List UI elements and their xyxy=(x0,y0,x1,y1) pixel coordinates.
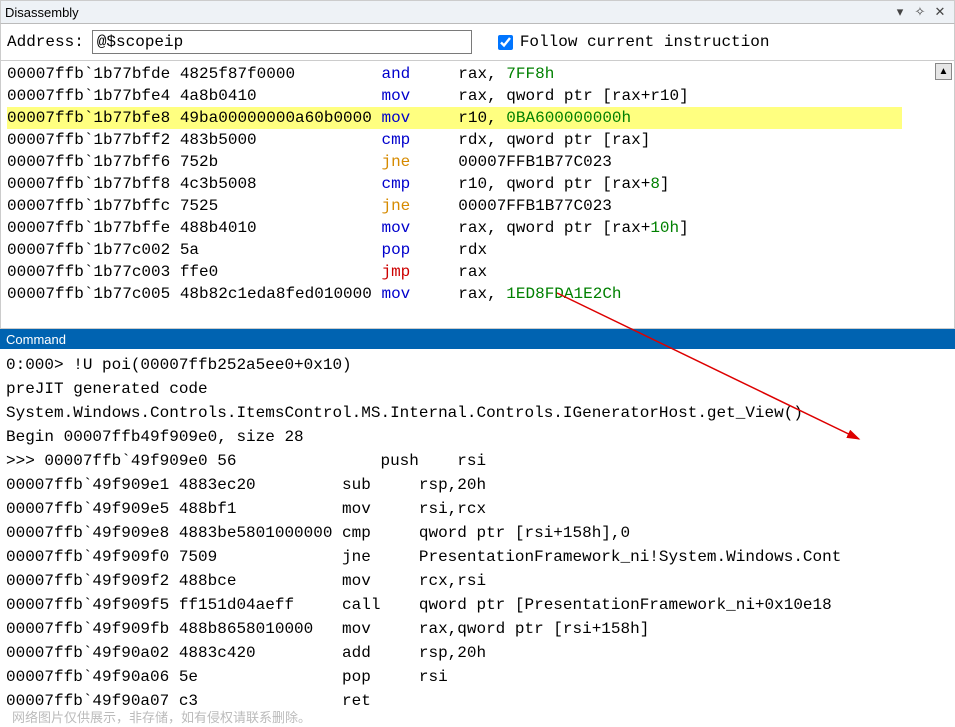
asm-bytes: 4c3b5008 xyxy=(180,175,382,193)
asm-mnemonic: jmp xyxy=(381,263,458,281)
asm-operands: 00007FFB1B77C023 xyxy=(458,153,612,171)
address-label: Address: xyxy=(7,33,84,51)
asm-address: 00007ffb`1b77bffe xyxy=(7,219,180,237)
asm-address: 00007ffb`1b77bff6 xyxy=(7,153,180,171)
asm-immediate: 7FF8h xyxy=(506,65,554,83)
asm-address: 00007ffb`1b77c003 xyxy=(7,263,180,281)
asm-bytes: 488b4010 xyxy=(180,219,382,237)
asm-mnemonic: and xyxy=(381,65,458,83)
follow-instruction-label: Follow current instruction xyxy=(520,33,770,51)
disassembly-row[interactable]: 00007ffb`1b77bff8 4c3b5008 cmp r10, qwor… xyxy=(7,173,954,195)
asm-immediate: 0BA600000000h xyxy=(506,109,631,127)
disassembly-pane-title-bar: Disassembly ▾ ✧ ✕ xyxy=(0,0,955,24)
follow-instruction-checkbox[interactable] xyxy=(498,35,513,50)
asm-address: 00007ffb`1b77bffc xyxy=(7,197,180,215)
asm-operands: r10, xyxy=(458,109,506,127)
asm-bytes: 4825f87f0000 xyxy=(180,65,382,83)
disassembly-row[interactable]: 00007ffb`1b77bff6 752b jne 00007FFB1B77C… xyxy=(7,151,954,173)
asm-mnemonic: pop xyxy=(381,241,458,259)
asm-operands: rax, qword ptr [rax+r10] xyxy=(458,87,688,105)
asm-bytes: 49ba00000000a60b0000 xyxy=(180,109,382,127)
disassembly-row[interactable]: 00007ffb`1b77c003 ffe0 jmp rax xyxy=(7,261,954,283)
asm-bytes: 7525 xyxy=(180,197,382,215)
command-title: Command xyxy=(6,332,66,347)
asm-mnemonic: mov xyxy=(381,219,458,237)
asm-mnemonic: cmp xyxy=(381,175,458,193)
close-icon[interactable]: ✕ xyxy=(930,4,950,20)
asm-bytes: 483b5000 xyxy=(180,131,382,149)
asm-mnemonic: mov xyxy=(381,87,458,105)
asm-operands-post: ] xyxy=(660,175,670,193)
disassembly-row[interactable]: 00007ffb`1b77bfe4 4a8b0410 mov rax, qwor… xyxy=(7,85,954,107)
asm-mnemonic: jne xyxy=(381,153,458,171)
asm-operands: rdx, qword ptr [rax] xyxy=(458,131,650,149)
disassembly-row[interactable]: 00007ffb`1b77bfe8 49ba00000000a60b0000 m… xyxy=(7,107,902,129)
asm-operands: rax, xyxy=(458,285,506,303)
asm-operands: rdx xyxy=(458,241,487,259)
pin-icon[interactable]: ✧ xyxy=(910,4,930,20)
dropdown-icon[interactable]: ▾ xyxy=(890,4,910,20)
disassembly-title: Disassembly xyxy=(5,5,890,20)
asm-immediate: 10h xyxy=(650,219,679,237)
scroll-up-icon[interactable]: ▲ xyxy=(935,63,952,80)
disassembly-listing[interactable]: ▲ 00007ffb`1b77bfde 4825f87f0000 and rax… xyxy=(0,61,955,329)
command-pane-title-bar: Command xyxy=(0,329,955,349)
asm-mnemonic: cmp xyxy=(381,131,458,149)
asm-address: 00007ffb`1b77bff8 xyxy=(7,175,180,193)
disassembly-row[interactable]: 00007ffb`1b77bff2 483b5000 cmp rdx, qwor… xyxy=(7,129,954,151)
asm-address: 00007ffb`1b77bff2 xyxy=(7,131,180,149)
watermark-text: 网络图片仅供展示，非存储，如有侵权请联系删除。 xyxy=(0,707,955,726)
asm-address: 00007ffb`1b77c002 xyxy=(7,241,180,259)
asm-immediate: 8 xyxy=(650,175,660,193)
follow-instruction-checkbox-area[interactable]: Follow current instruction xyxy=(494,32,770,53)
asm-operands-post: ] xyxy=(679,219,689,237)
asm-bytes: 4a8b0410 xyxy=(180,87,382,105)
asm-mnemonic: jne xyxy=(381,197,458,215)
asm-operands: rax xyxy=(458,263,487,281)
disassembly-row[interactable]: 00007ffb`1b77bffc 7525 jne 00007FFB1B77C… xyxy=(7,195,954,217)
command-output[interactable]: 0:000> !U poi(00007ffb252a5ee0+0x10) pre… xyxy=(0,349,955,717)
asm-mnemonic: mov xyxy=(381,109,458,127)
asm-bytes: 752b xyxy=(180,153,382,171)
asm-bytes: ffe0 xyxy=(180,263,382,281)
asm-operands: rax, qword ptr [rax+ xyxy=(458,219,650,237)
asm-address: 00007ffb`1b77c005 xyxy=(7,285,180,303)
disassembly-row[interactable]: 00007ffb`1b77bfde 4825f87f0000 and rax, … xyxy=(7,63,954,85)
asm-address: 00007ffb`1b77bfde xyxy=(7,65,180,83)
address-bar: Address: Follow current instruction xyxy=(0,24,955,61)
asm-immediate: 1ED8FDA1E2Ch xyxy=(506,285,621,303)
asm-address: 00007ffb`1b77bfe4 xyxy=(7,87,180,105)
disassembly-row[interactable]: 00007ffb`1b77c002 5a pop rdx xyxy=(7,239,954,261)
asm-bytes: 48b82c1eda8fed010000 xyxy=(180,285,382,303)
asm-mnemonic: mov xyxy=(381,285,458,303)
disassembly-row[interactable]: 00007ffb`1b77c005 48b82c1eda8fed010000 m… xyxy=(7,283,954,305)
asm-operands: 00007FFB1B77C023 xyxy=(458,197,612,215)
asm-operands: rax, xyxy=(458,65,506,83)
asm-bytes: 5a xyxy=(180,241,382,259)
address-input[interactable] xyxy=(92,30,472,54)
disassembly-row[interactable]: 00007ffb`1b77bffe 488b4010 mov rax, qwor… xyxy=(7,217,954,239)
asm-address: 00007ffb`1b77bfe8 xyxy=(7,109,180,127)
asm-operands: r10, qword ptr [rax+ xyxy=(458,175,650,193)
